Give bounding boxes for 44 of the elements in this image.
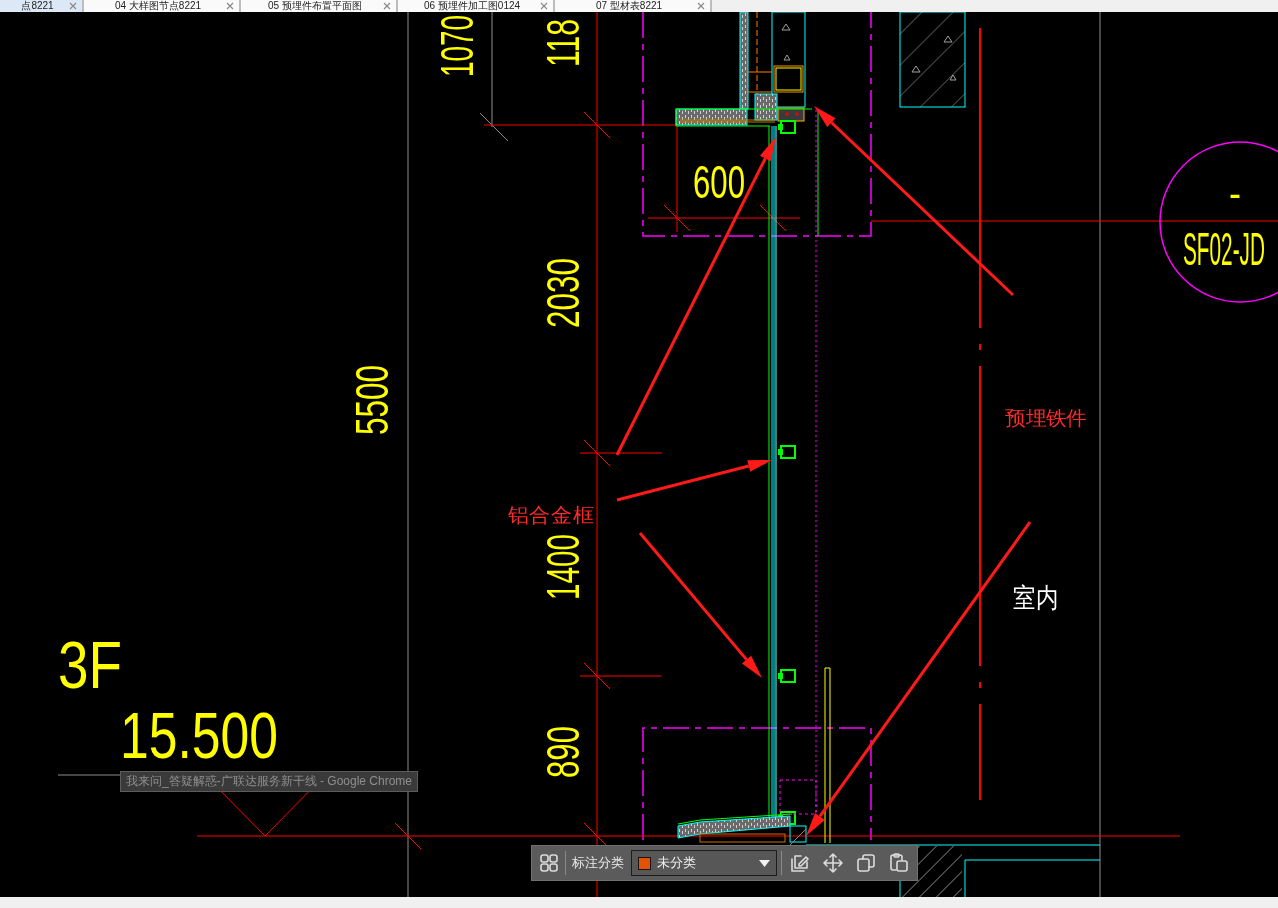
four-squares-icon[interactable] bbox=[540, 854, 558, 872]
floor-label: 3F bbox=[58, 628, 122, 702]
document-tab[interactable]: 07 型材表8221 bbox=[555, 0, 712, 12]
dimension-tick bbox=[394, 822, 422, 850]
dimension-tick bbox=[663, 204, 691, 232]
close-icon[interactable] bbox=[69, 2, 77, 10]
room-label: 室内 bbox=[1013, 583, 1059, 613]
document-tab[interactable]: 点8221 bbox=[0, 0, 84, 12]
annotation-label: 预埋铁件 bbox=[1005, 407, 1087, 429]
callout-number: - bbox=[1229, 170, 1241, 216]
close-icon[interactable] bbox=[226, 2, 234, 10]
bracket-icon bbox=[778, 669, 796, 683]
dimension-text: 600 bbox=[693, 156, 745, 208]
close-icon[interactable] bbox=[383, 2, 391, 10]
dimension-text: 890 bbox=[537, 726, 589, 778]
dimension-text: 5500 bbox=[346, 365, 398, 435]
dimension-tick bbox=[583, 111, 611, 139]
window-tooltip: 我来问_答疑解惑-广联达服务新干线 - Google Chrome bbox=[120, 771, 419, 792]
dimension-tick bbox=[583, 662, 611, 690]
caret-icon bbox=[759, 859, 770, 867]
category-label: 标注分类 bbox=[572, 854, 624, 873]
bracket-icon bbox=[778, 120, 796, 134]
document-tab[interactable]: 06 预埋件加工图0124 bbox=[398, 0, 555, 12]
dimension-text: 2030 bbox=[537, 258, 589, 328]
category-dropdown[interactable]: 未分类 bbox=[631, 850, 777, 876]
document-tab[interactable]: 04 大样图节点8221 bbox=[84, 0, 241, 12]
dimension-tick bbox=[759, 204, 787, 232]
elevation-text: 15.500 bbox=[120, 699, 278, 771]
close-icon[interactable] bbox=[540, 2, 548, 10]
close-icon[interactable] bbox=[697, 2, 705, 10]
document-tab[interactable]: 05 预埋件布置平面图 bbox=[241, 0, 398, 12]
dimension-text: 1400 bbox=[537, 534, 589, 600]
callout-code: SF02-JD bbox=[1183, 224, 1265, 276]
dimension-text: 118 bbox=[537, 19, 589, 67]
copy-icon[interactable] bbox=[856, 853, 876, 873]
dimension-tick bbox=[479, 112, 509, 142]
dimension-text: 1070 bbox=[431, 15, 483, 77]
edit-icon[interactable] bbox=[790, 853, 810, 873]
bracket-icon bbox=[778, 445, 796, 459]
paste-icon[interactable] bbox=[889, 853, 909, 873]
annotation-label: 铝合金框 bbox=[508, 503, 594, 527]
dimension-tick bbox=[583, 439, 611, 467]
horizontal-scrollbar[interactable] bbox=[0, 897, 1278, 908]
move-icon[interactable] bbox=[823, 853, 843, 873]
